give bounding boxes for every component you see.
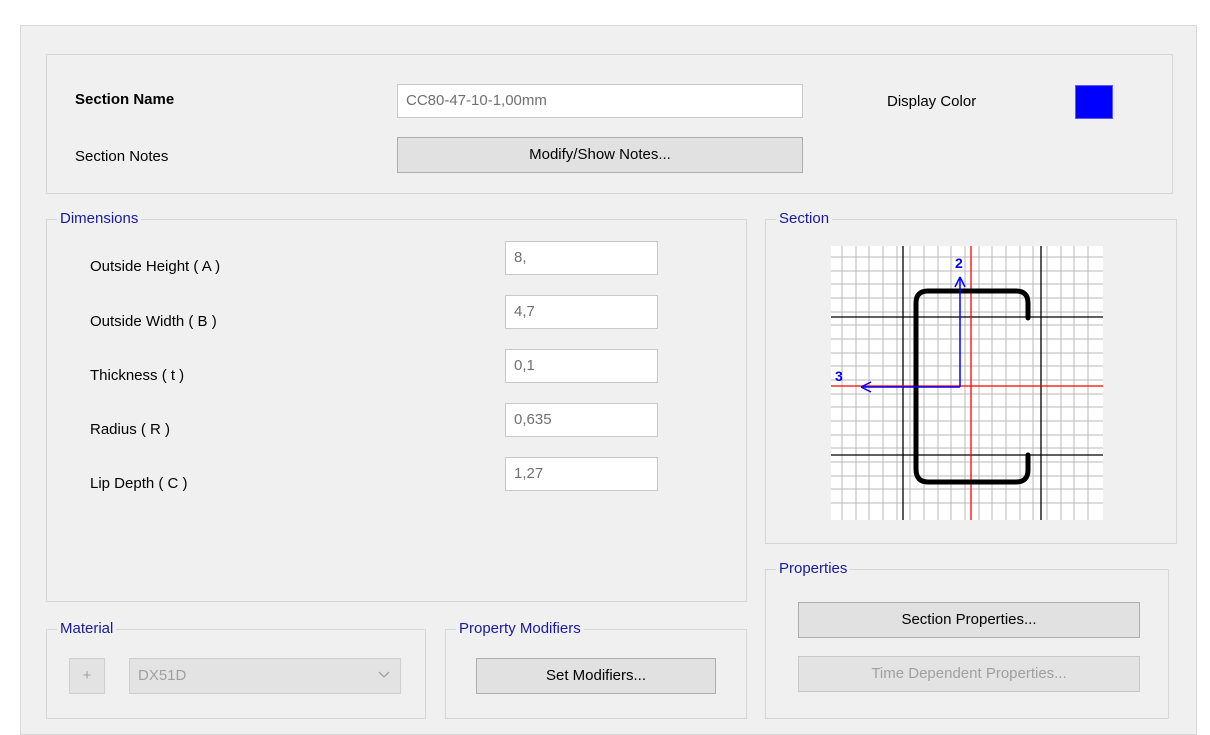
outside-width-input[interactable]: 4,7 [505, 295, 658, 329]
section-preview-group: Section 2 3 [765, 210, 1177, 544]
display-color-label: Display Color [887, 93, 977, 110]
property-modifiers-group: Property Modifiers Set Modifiers... [445, 620, 747, 719]
axis-2-label: 2 [955, 255, 963, 271]
thickness-label: Thickness ( t ) [90, 367, 185, 384]
section-preview-title: Section [776, 210, 833, 228]
dimensions-title: Dimensions [57, 210, 142, 228]
dimensions-group: Dimensions Outside Height ( A ) 8, Outsi… [46, 210, 747, 602]
material-group: Material + DX51D [46, 620, 426, 719]
modify-show-notes-button[interactable]: Modify/Show Notes... [397, 137, 803, 173]
section-dialog: Section Name CC80-47-10-1,00mm Display C… [20, 25, 1197, 735]
material-title: Material [57, 620, 117, 638]
radius-input[interactable]: 0,635 [505, 403, 658, 437]
material-select[interactable]: DX51D [129, 658, 401, 694]
property-modifiers-title: Property Modifiers [456, 620, 584, 638]
display-color-swatch[interactable] [1075, 85, 1113, 119]
section-preview-canvas: 2 3 [831, 246, 1103, 520]
lip-depth-input[interactable]: 1,27 [505, 457, 658, 491]
thickness-input[interactable]: 0,1 [505, 349, 658, 383]
radius-label: Radius ( R ) [90, 421, 171, 438]
set-modifiers-button[interactable]: Set Modifiers... [476, 658, 716, 694]
lip-depth-label: Lip Depth ( C ) [90, 475, 188, 492]
time-dependent-properties-button[interactable]: Time Dependent Properties... [798, 656, 1140, 692]
properties-group: Properties Section Properties... Time De… [765, 560, 1169, 719]
material-selected-value: DX51D [138, 667, 187, 684]
section-properties-button[interactable]: Section Properties... [798, 602, 1140, 638]
properties-title: Properties [776, 560, 851, 578]
axis-3-label: 3 [835, 368, 843, 384]
chevron-down-icon [378, 671, 390, 678]
outside-height-label: Outside Height ( A ) [90, 258, 221, 275]
section-header-group: Section Name CC80-47-10-1,00mm Display C… [46, 54, 1173, 194]
section-notes-label: Section Notes [75, 148, 169, 165]
outside-height-input[interactable]: 8, [505, 241, 658, 275]
outside-width-label: Outside Width ( B ) [90, 313, 217, 330]
section-name-input[interactable]: CC80-47-10-1,00mm [397, 84, 803, 118]
section-name-label: Section Name [75, 91, 175, 108]
add-material-button[interactable]: + [69, 658, 105, 694]
